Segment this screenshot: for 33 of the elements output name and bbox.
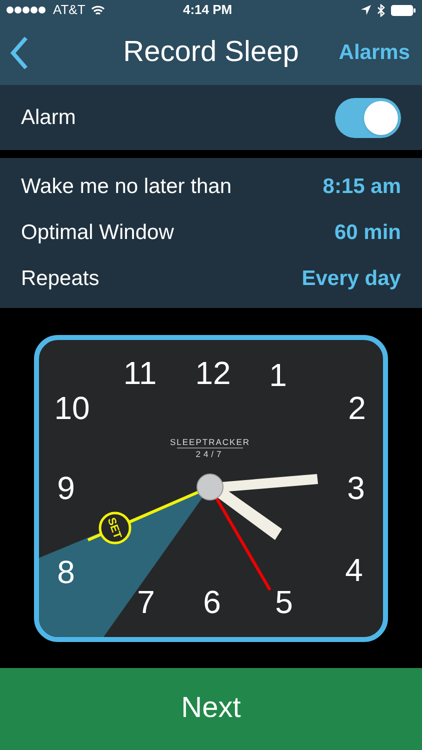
wifi-icon <box>91 4 106 16</box>
clock-numeral: 12 <box>195 354 231 390</box>
screen-title: Record Sleep <box>123 34 299 70</box>
clock-numeral: 8 <box>57 554 75 590</box>
clock-numeral: 7 <box>137 584 155 620</box>
clock-numeral: 11 <box>123 354 157 390</box>
alarm-label: Alarm <box>21 104 76 131</box>
brand-subtitle: 24/7 <box>196 448 224 458</box>
alarms-button[interactable]: Alarms <box>338 36 410 68</box>
setting-label: Repeats <box>21 266 100 292</box>
status-time: 4:14 PM <box>183 1 232 20</box>
setting-value[interactable]: 8:15 am <box>322 171 401 203</box>
clock-numeral: 1 <box>269 356 287 392</box>
next-button[interactable]: Next <box>0 668 422 750</box>
back-chevron-icon <box>10 36 28 70</box>
clock-numeral: 5 <box>275 584 293 620</box>
clock-numeral: 2 <box>348 390 366 426</box>
setting-value[interactable]: Every day <box>302 263 401 295</box>
setting-label: Wake me no later than <box>21 174 232 200</box>
setting-label: Optimal Window <box>21 220 174 246</box>
clock-numeral: 3 <box>347 470 365 506</box>
brand-name: SLEEPTRACKER <box>170 436 250 446</box>
setting-value[interactable]: 60 min <box>334 217 401 249</box>
clock-numeral: 10 <box>54 390 90 426</box>
clock-numeral: 4 <box>345 552 363 588</box>
bluetooth-icon <box>377 4 385 16</box>
battery-icon <box>391 4 416 16</box>
alarm-toggle[interactable] <box>335 98 401 138</box>
hand-hub <box>196 473 224 500</box>
clock-numeral: 9 <box>57 470 75 506</box>
carrier-name: AT&T <box>53 1 86 20</box>
location-arrow-icon <box>361 5 371 15</box>
clock-numeral: 6 <box>203 584 221 620</box>
